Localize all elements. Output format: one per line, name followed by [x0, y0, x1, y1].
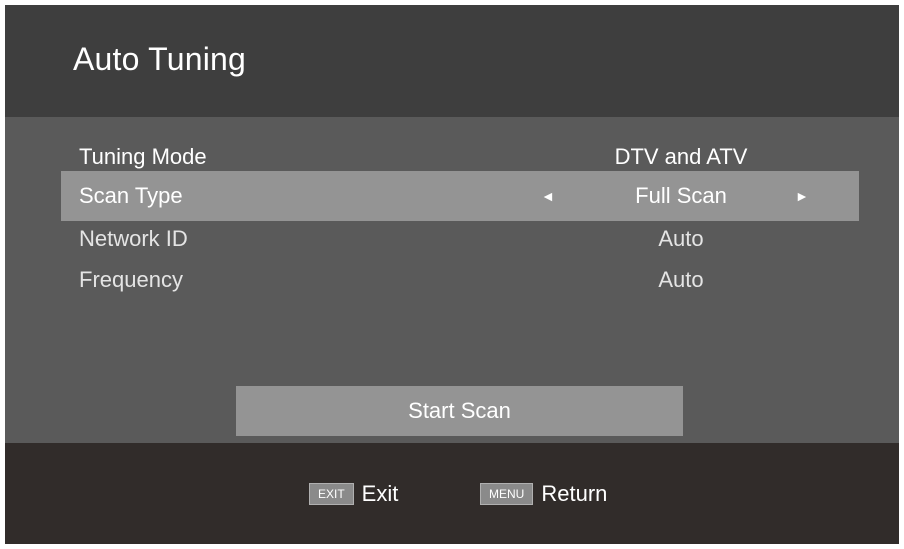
exit-hint[interactable]: EXIT Exit [309, 481, 398, 507]
menu-row-value: Full Scan [635, 183, 727, 208]
menu-header: Auto Tuning [5, 5, 899, 117]
left-arrow-icon[interactable]: ◄ [541, 188, 555, 204]
start-scan-button[interactable]: Start Scan [236, 386, 683, 436]
menu-row-label: Frequency [79, 267, 183, 292]
tv-screen: Auto Tuning Tuning Mode DTV and ATV Scan… [5, 5, 899, 544]
menu-row-label: Tuning Mode [79, 144, 207, 169]
return-label: Return [541, 481, 608, 506]
page-title: Auto Tuning [73, 41, 246, 77]
menu-row-value: DTV and ATV [614, 144, 748, 169]
exit-key-icon: EXIT [309, 483, 354, 505]
menu-row-label: Network ID [79, 226, 188, 251]
menu-row-value: Auto [658, 267, 704, 292]
menu-row-value: Auto [658, 226, 704, 251]
footer-hints: EXIT Exit MENU Return [5, 443, 899, 544]
menu-row-label: Scan Type [79, 183, 183, 208]
return-hint[interactable]: MENU Return [480, 481, 607, 507]
menu-key-icon: MENU [480, 483, 534, 505]
menu-row-frequency[interactable]: Frequency Auto [61, 255, 859, 305]
right-arrow-icon[interactable]: ► [795, 188, 809, 204]
exit-label: Exit [361, 481, 399, 506]
